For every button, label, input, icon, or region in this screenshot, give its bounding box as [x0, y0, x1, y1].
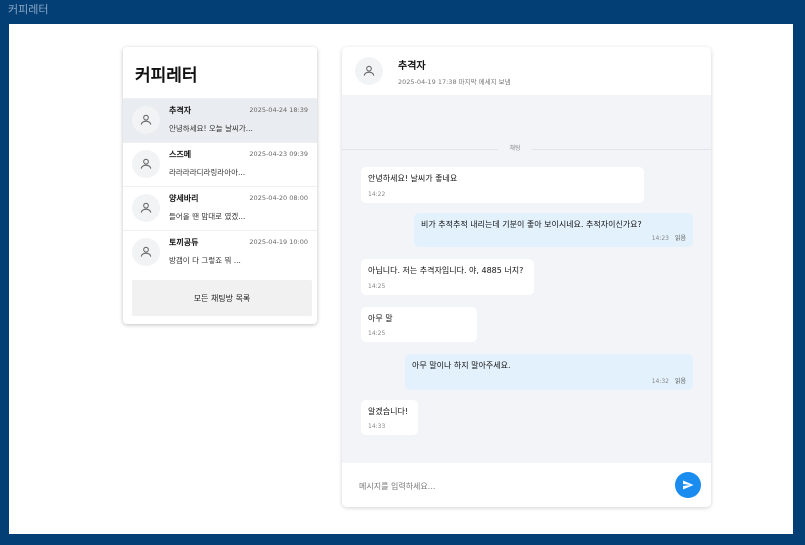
- user-icon: [140, 158, 152, 169]
- message-text: 아무 말: [368, 314, 393, 323]
- message-text: 비가 추적추적 내리는데 기분이 좋아 보이시네요. 추적자이신가요?: [421, 220, 642, 229]
- user-icon: [140, 246, 152, 257]
- read-receipt: 읽음: [674, 378, 686, 385]
- message-bubble-incoming: 아무 말 14:25: [361, 307, 477, 342]
- message-bubble-incoming: 아닙니다. 저는 추격자입니다. 야, 4885 너지? 14:25: [361, 259, 534, 295]
- room-date: 2025-04-20 08:00: [249, 194, 308, 202]
- message-text: 아무 말이나 하지 말아주세요.: [412, 361, 511, 370]
- room-item-4[interactable]: 토끼공듀 2025-04-19 10:00 방갬이 다 그렇죠 뭐 ...: [123, 230, 317, 274]
- avatar: [132, 194, 160, 222]
- read-receipt: 읽음: [674, 235, 686, 242]
- room-preview: 안녕하세요! 오늘 날씨가...: [169, 124, 253, 133]
- room-preview: 방갬이 다 그렇죠 뭐 ...: [169, 256, 241, 265]
- window-title: 커피레터: [8, 3, 49, 16]
- message-time: 14:25: [368, 283, 386, 290]
- message-bubble-incoming: 알겠습니다! 14:33: [361, 400, 418, 435]
- room-preview: 라라라라디라링라아아...: [169, 168, 246, 177]
- message-text: 알겠습니다!: [368, 407, 409, 416]
- divider-label: 채팅: [498, 143, 532, 155]
- chat-partner-name: 추격자: [398, 61, 426, 72]
- all-rooms-button[interactable]: 모든 채팅방 목록: [132, 280, 312, 316]
- room-name: 양세바리: [169, 194, 199, 203]
- room-preview: 들어올 땐 맘대로 였겠...: [169, 212, 246, 221]
- room-item-3[interactable]: 양세바리 2025-04-20 08:00 들어올 땐 맘대로 였겠...: [123, 186, 317, 230]
- user-icon: [140, 202, 152, 213]
- send-icon: [683, 480, 694, 490]
- send-button[interactable]: [675, 472, 701, 498]
- chat-panel: 추격자 2025-04-19 17:38 마지막 메세지 보냄 채팅 안녕하세요…: [342, 47, 711, 507]
- avatar: [132, 150, 160, 178]
- room-item-2[interactable]: 스즈메 2025-04-23 09:39 라라라라디라링라아아...: [123, 142, 317, 186]
- room-name: 추격자: [169, 106, 192, 115]
- room-name: 스즈메: [169, 150, 192, 159]
- message-time: 14:32: [651, 378, 669, 385]
- message-time: 14:25: [368, 330, 386, 337]
- message-text: 안녕하세요! 날씨가 좋네요: [368, 174, 458, 183]
- room-date: 2025-04-23 09:39: [249, 150, 308, 158]
- chat-room-list: 커피레터 추격자 2025-04-24 18:39 안녕하세요! 오늘 날씨가.…: [123, 47, 317, 324]
- avatar: [132, 238, 160, 266]
- message-input-bar: [342, 463, 711, 507]
- message-bubble-outgoing: 아무 말이나 하지 말아주세요. 14:32 읽음: [405, 354, 693, 390]
- user-icon: [363, 65, 375, 76]
- message-bubble-incoming: 안녕하세요! 날씨가 좋네요 14:22: [361, 167, 644, 203]
- avatar: [132, 106, 160, 134]
- last-message-info: 2025-04-19 17:38 마지막 메세지 보냄: [398, 78, 511, 86]
- message-input[interactable]: [357, 475, 671, 497]
- user-icon: [140, 114, 152, 125]
- message-time: 14:22: [368, 191, 386, 198]
- main-content: 커피레터 추격자 2025-04-24 18:39 안녕하세요! 오늘 날씨가.…: [9, 24, 793, 534]
- room-name: 토끼공듀: [169, 238, 199, 247]
- room-date: 2025-04-24 18:39: [249, 106, 308, 114]
- message-time: 14:33: [368, 423, 386, 430]
- room-date: 2025-04-19 10:00: [249, 238, 308, 246]
- message-time: 14:23: [651, 235, 669, 242]
- sidebar-title: 커피레터: [135, 66, 198, 86]
- avatar: [355, 57, 383, 85]
- message-bubble-outgoing: 비가 추적추적 내리는데 기분이 좋아 보이시네요. 추적자이신가요? 14:2…: [414, 213, 693, 247]
- chat-header: 추격자 2025-04-19 17:38 마지막 메세지 보냄: [342, 47, 711, 95]
- room-item-1[interactable]: 추격자 2025-04-24 18:39 안녕하세요! 오늘 날씨가...: [123, 98, 317, 142]
- message-text: 아닙니다. 저는 추격자입니다. 야, 4885 너지?: [368, 266, 524, 275]
